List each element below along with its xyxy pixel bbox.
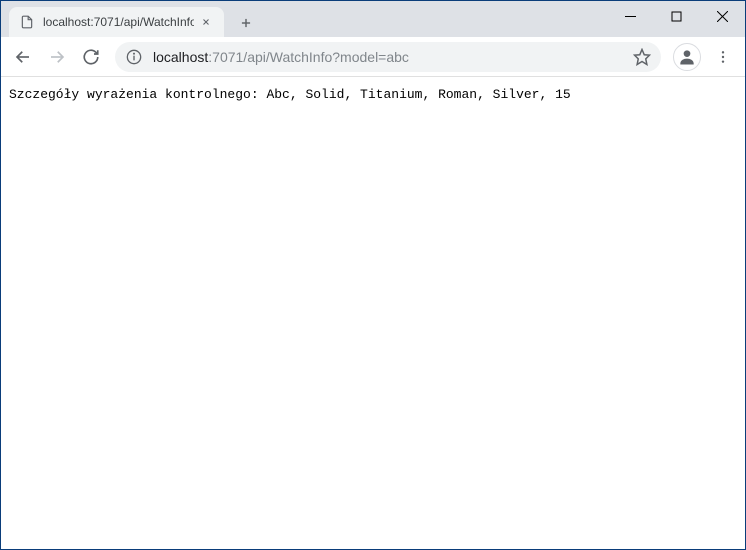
toolbar: localhost:7071/api/WatchInfo?model=abc	[1, 37, 745, 77]
back-button[interactable]	[7, 41, 39, 73]
page-content: Szczegóły wyrażenia kontrolnego: Abc, So…	[1, 77, 745, 549]
url-host: localhost	[153, 49, 208, 65]
menu-button[interactable]	[707, 41, 739, 73]
browser-tab[interactable]: localhost:7071/api/WatchInfo?m	[9, 7, 224, 37]
tab-title: localhost:7071/api/WatchInfo?m	[43, 15, 194, 29]
window-controls	[607, 1, 745, 31]
tabs-area: localhost:7071/api/WatchInfo?m	[1, 1, 260, 37]
close-tab-button[interactable]	[198, 14, 214, 30]
site-info-icon[interactable]	[125, 48, 143, 66]
bookmark-icon[interactable]	[633, 48, 651, 66]
browser-window: localhost:7071/api/WatchInfo?m	[0, 0, 746, 550]
minimize-button[interactable]	[607, 1, 653, 31]
address-bar[interactable]: localhost:7071/api/WatchInfo?model=abc	[115, 42, 661, 72]
profile-avatar[interactable]	[673, 43, 701, 71]
url-path: :7071/api/WatchInfo?model=abc	[208, 49, 409, 65]
titlebar: localhost:7071/api/WatchInfo?m	[1, 1, 745, 37]
maximize-button[interactable]	[653, 1, 699, 31]
url-text: localhost:7071/api/WatchInfo?model=abc	[153, 49, 625, 65]
reload-button[interactable]	[75, 41, 107, 73]
forward-button[interactable]	[41, 41, 73, 73]
close-window-button[interactable]	[699, 1, 745, 31]
file-icon	[19, 14, 35, 30]
new-tab-button[interactable]	[232, 9, 260, 37]
